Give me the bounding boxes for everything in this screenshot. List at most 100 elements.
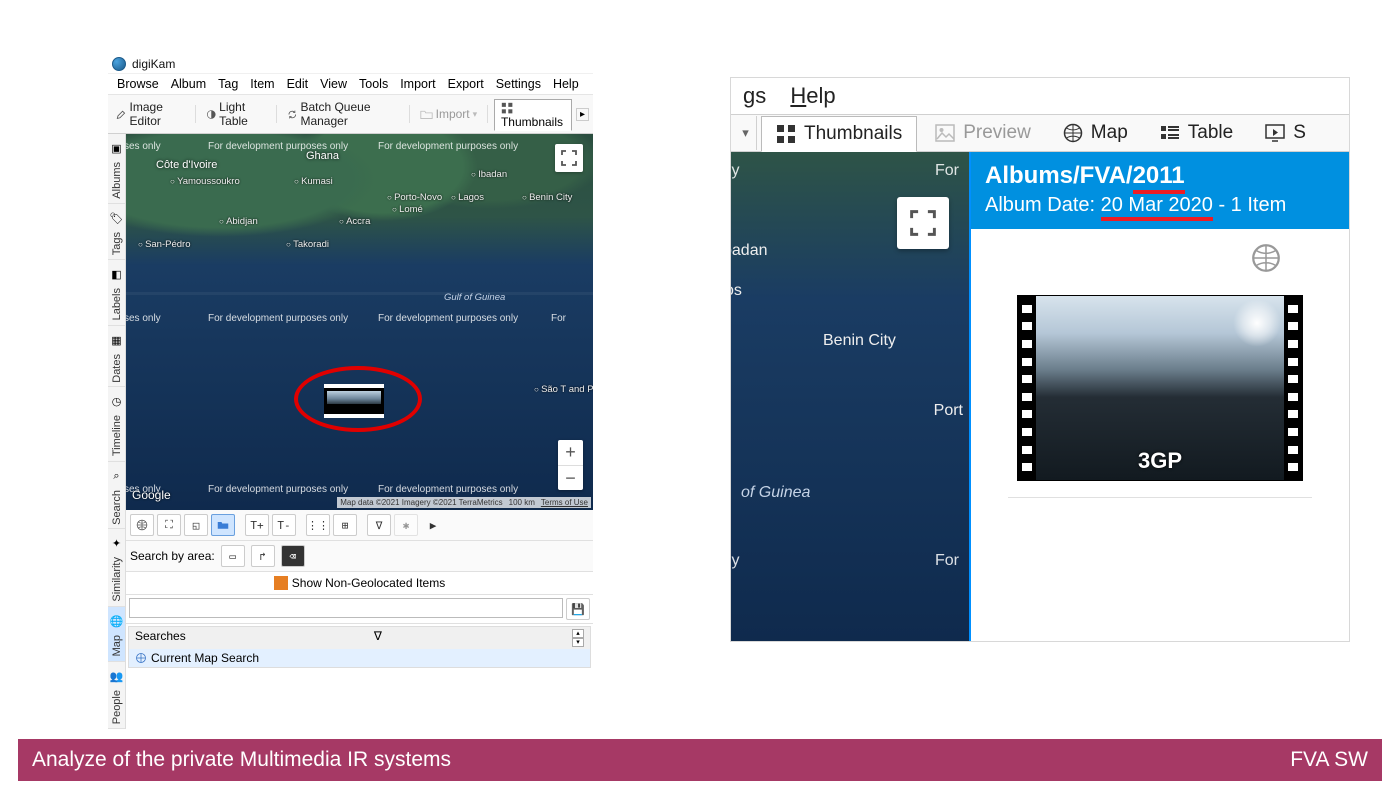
workspace: ▣Albums 🏷Tags ◧Labels ▦Dates ◷Timeline ⌕… [108, 134, 593, 728]
map-fullscreen-button[interactable] [897, 197, 949, 249]
menu-edit[interactable]: Edit [282, 76, 314, 92]
menu-export[interactable]: Export [443, 76, 489, 92]
map-zoom-controls: + − [558, 440, 583, 490]
saved-search-spinner[interactable]: ▴▾ [572, 629, 584, 647]
show-non-geolocated-button[interactable]: Show Non-Geolocated Items [126, 572, 593, 595]
maptool-textsize-up[interactable]: T+ [245, 514, 269, 536]
menu-fragment[interactable]: gs [743, 83, 766, 108]
search-area-clear[interactable]: ⌫ [281, 545, 305, 567]
album-body: 3GP [971, 229, 1349, 641]
chevron-down-icon: ▾ [473, 109, 478, 120]
sidetab-people[interactable]: 👥People [108, 662, 125, 729]
footer-title: Analyze of the private Multimedia IR sys… [32, 748, 451, 772]
album-date-line: Album Date: 20 Mar 2020 - 1 Item [985, 194, 1335, 217]
globe-icon [136, 519, 148, 531]
maptool-markers[interactable] [211, 514, 235, 536]
saved-search-item[interactable]: Current Map Search [129, 649, 590, 667]
map-city: São T and Prí [534, 384, 593, 395]
sidetab-timeline[interactable]: ◷Timeline [108, 387, 125, 461]
map-watermark: For [551, 313, 566, 324]
app-title: digiKam [132, 57, 175, 71]
slide-footer: Analyze of the private Multimedia IR sys… [18, 739, 1382, 781]
maptool-zoomarea[interactable]: ◱ [184, 514, 208, 536]
menu-browse[interactable]: Browse [112, 76, 164, 92]
sidetab-similarity[interactable]: ✦Similarity [108, 529, 125, 607]
contrast-icon [206, 108, 217, 121]
menu-help[interactable]: Help [548, 76, 584, 92]
saved-search-name-input[interactable] [129, 598, 563, 618]
map-toolbar: ⛶ ◱ T+ T- ⋮⋮ ⊞ ∇ ✱ ▶ [126, 510, 593, 541]
zoom-in-button[interactable]: + [558, 440, 583, 465]
toolbar-overflow[interactable]: ▸ [576, 108, 589, 121]
map-city: Ibadan [471, 169, 507, 180]
album-info-pane: Albums/FVA/2011 Album Date: 20 Mar 2020 … [971, 152, 1349, 641]
menu-tag[interactable]: Tag [213, 76, 243, 92]
map-city: Lomé [392, 204, 423, 215]
saved-search-name-row: 💾 [126, 595, 593, 624]
tag-icon: 🏷 [110, 212, 124, 226]
sidetab-search[interactable]: ⌕Search [108, 462, 125, 530]
map-watermark: For development purposes only [378, 141, 518, 152]
tab-overflow-button[interactable]: ▾ [735, 116, 757, 150]
maptool-group1[interactable]: ⋮⋮ [306, 514, 330, 536]
map-city: Benin City [522, 192, 572, 203]
saved-searches-header: Searches ∇ ▴▾ [129, 627, 590, 649]
center-pane: ses only For development purposes only F… [126, 134, 593, 728]
maptool-group2[interactable]: ⊞ [333, 514, 357, 536]
maptool-filter[interactable]: ∇ [367, 514, 391, 536]
tab-slideshow[interactable]: S [1251, 116, 1310, 150]
map-provider-logo: Google [132, 488, 171, 502]
menu-settings[interactable]: Settings [491, 76, 546, 92]
tab-thumbnails[interactable]: Thumbnails [761, 116, 917, 152]
menu-view[interactable]: View [315, 76, 352, 92]
zoom-menubar: gs Help [731, 78, 1349, 114]
search-by-area-label: Search by area: [130, 549, 215, 563]
toolbar-batch-queue[interactable]: Batch Queue Manager [283, 99, 403, 129]
sidetab-labels[interactable]: ◧Labels [108, 260, 125, 325]
toolbar-import[interactable]: Import ▾ [416, 106, 482, 122]
menu-help[interactable]: Help [790, 83, 835, 108]
save-search-button[interactable]: 💾 [566, 598, 590, 620]
sidetab-albums[interactable]: ▣Albums [108, 134, 125, 204]
maptool-home[interactable] [130, 514, 154, 536]
zoom-map-strip[interactable]: poses only For badan os Benin City Port … [731, 152, 971, 641]
map-city: Porto-Novo [387, 192, 442, 203]
sidetab-tags[interactable]: 🏷Tags [108, 204, 125, 260]
tab-map[interactable]: Map [1049, 116, 1142, 150]
fullscreen-icon [910, 210, 936, 236]
tab-table[interactable]: Table [1146, 116, 1247, 150]
maptool-play[interactable]: ▶ [421, 514, 445, 536]
folder-icon: ▣ [110, 142, 124, 156]
video-thumbnail[interactable]: 3GP [1017, 295, 1303, 481]
map-fullscreen-button[interactable] [555, 144, 583, 172]
maptool-zoomfit[interactable]: ⛶ [157, 514, 181, 536]
search-area-freehand[interactable]: ↱ [251, 545, 275, 567]
toolbar-image-editor[interactable]: Image Editor [112, 99, 189, 129]
map-gulf-label: of Guinea [741, 484, 810, 502]
chevron-down-icon[interactable]: ∇ [374, 629, 382, 647]
map-geotagged-thumbnail[interactable] [324, 384, 384, 418]
menu-tools[interactable]: Tools [354, 76, 393, 92]
sidetab-dates[interactable]: ▦Dates [108, 326, 125, 388]
globe-icon [1251, 243, 1281, 273]
map-attribution: Map data ©2021 Imagery ©2021 TerraMetric… [337, 497, 591, 508]
label-icon: ◧ [110, 268, 124, 282]
map-view[interactable]: ses only For development purposes only F… [126, 134, 593, 510]
sidetab-map[interactable]: 🌐Map [108, 607, 125, 661]
digikam-zoom-panel: gs Help ▾ Thumbnails Preview Map Table S… [730, 77, 1350, 642]
search-area-select[interactable]: ▭ [221, 545, 245, 567]
tab-preview[interactable]: Preview [921, 116, 1045, 150]
maptool-textsize-down[interactable]: T- [272, 514, 296, 536]
map-city: San-Pédro [138, 239, 190, 250]
menu-item[interactable]: Item [245, 76, 279, 92]
toolbar-light-table[interactable]: Light Table [202, 99, 270, 129]
toolbar-thumbnails-tab[interactable]: Thumbnails [494, 99, 572, 131]
zoom-out-button[interactable]: − [558, 465, 583, 490]
maptool-settings[interactable]: ✱ [394, 514, 418, 536]
similarity-icon: ✦ [110, 537, 124, 551]
menu-import[interactable]: Import [395, 76, 440, 92]
pencil-icon [116, 108, 127, 121]
map-watermark: For development purposes only [208, 484, 348, 495]
saved-searches: Searches ∇ ▴▾ Current Map Search [128, 626, 591, 668]
menu-album[interactable]: Album [166, 76, 211, 92]
